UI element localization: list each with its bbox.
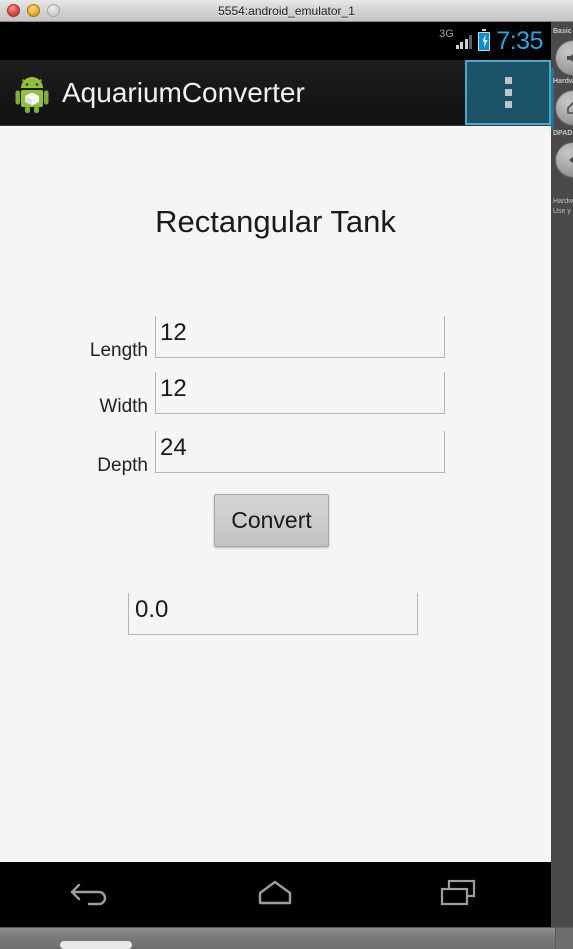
network-type-label: 3G (439, 28, 454, 40)
panel-hint-line-1: Hardw (553, 198, 573, 205)
page-title: Rectangular Tank (155, 204, 396, 239)
overflow-dot (504, 101, 512, 108)
recent-apps-icon (436, 877, 482, 912)
status-bar-clock: 7:35 (496, 27, 543, 55)
panel-volume-button[interactable] (555, 40, 573, 76)
overflow-dot (504, 77, 512, 84)
panel-section-dpad-label: DPAD (553, 130, 573, 137)
scrollbar-thumb[interactable] (60, 941, 132, 949)
width-label: Width (99, 396, 148, 417)
back-button[interactable] (47, 862, 137, 927)
panel-hint-line-2: Use y (553, 208, 571, 215)
result-output-field[interactable] (128, 593, 418, 635)
app-content-area: Rectangular Tank Length Width Depth Conv… (0, 126, 551, 862)
field-row-length: Length (0, 312, 551, 368)
window-title: 5554:android_emulator_1 (218, 4, 355, 18)
recent-apps-button[interactable] (414, 862, 504, 927)
scrollbar-corner (555, 928, 573, 949)
panel-hint-text: Hardw Use y (553, 197, 573, 217)
android-status-bar: 3G 7:35 (0, 22, 551, 60)
overflow-dot (504, 89, 512, 96)
panel-section-basic-label: Basic (553, 28, 572, 35)
emulator-screen: 3G 7:35 AquariumConverter Rectangular Ta… (0, 22, 551, 927)
overflow-menu-button[interactable] (465, 60, 551, 125)
field-row-depth: Depth (0, 427, 551, 483)
panel-dpad-left-button[interactable] (555, 142, 573, 178)
horizontal-scrollbar[interactable] (0, 927, 573, 949)
app-action-bar: AquariumConverter (0, 60, 551, 126)
emulator-control-panel: Basic Hardw DPAD Hardw Use y (551, 22, 573, 927)
android-robot-icon (12, 74, 52, 114)
home-button[interactable] (230, 862, 320, 927)
convert-button[interactable]: Convert (214, 494, 329, 547)
battery-charging-icon (478, 28, 491, 51)
android-navigation-bar (0, 862, 551, 927)
home-icon (252, 877, 298, 912)
status-bar-icons: 3G 7:35 (439, 22, 543, 60)
length-input[interactable] (155, 316, 445, 358)
app-title: AquariumConverter (62, 77, 305, 108)
signal-bars-icon (455, 33, 473, 49)
back-arrow-icon (69, 877, 115, 912)
length-label: Length (89, 340, 148, 361)
depth-label: Depth (97, 455, 148, 476)
field-row-width: Width (0, 368, 551, 424)
width-input[interactable] (155, 372, 445, 414)
panel-section-hardware-label: Hardw (553, 78, 573, 85)
window-titlebar: 5554:android_emulator_1 (0, 0, 573, 22)
depth-input[interactable] (155, 431, 445, 473)
panel-home-button[interactable] (555, 90, 573, 126)
